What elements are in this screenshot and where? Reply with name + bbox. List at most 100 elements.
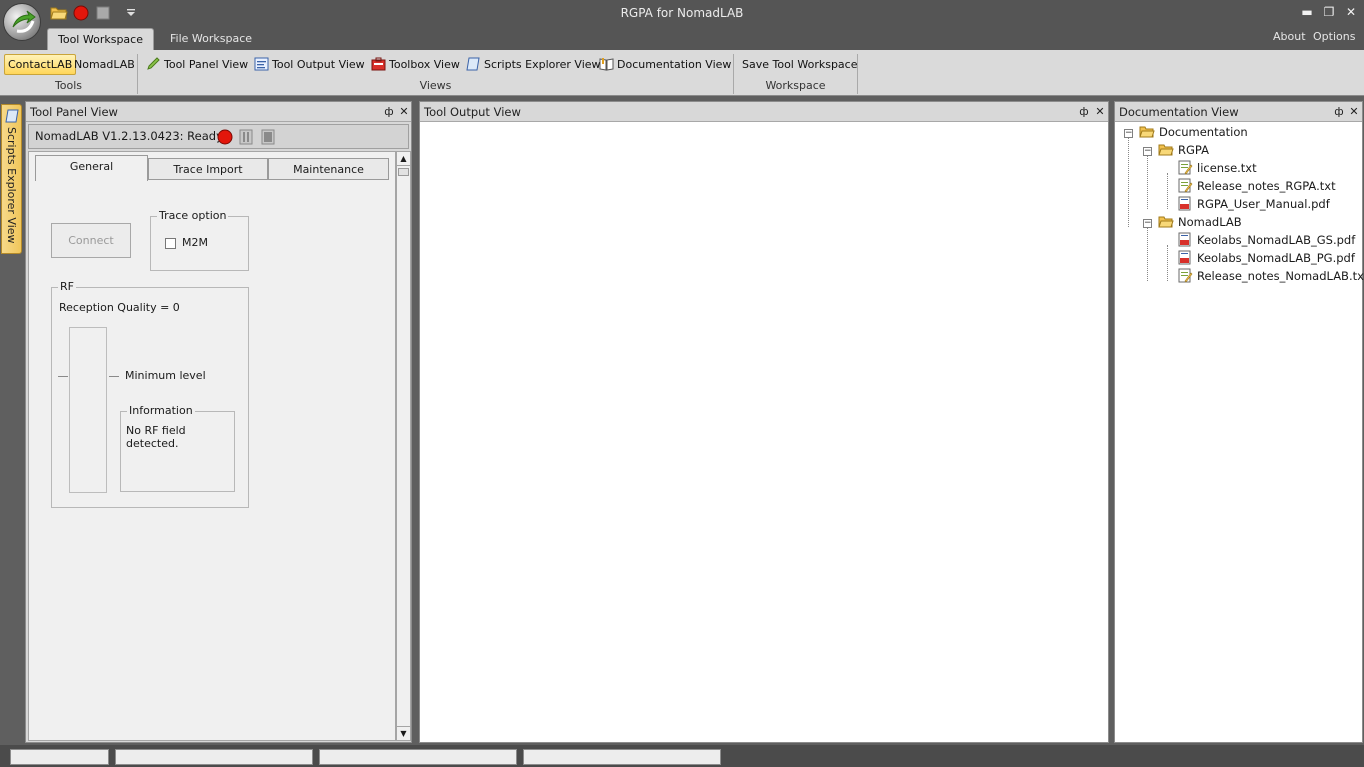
collapse-icon[interactable]: − (1143, 147, 1152, 156)
connect-button[interactable]: Connect (51, 223, 131, 258)
tool-output-view: Tool Output View ф ✕ (419, 101, 1109, 743)
text-file-icon (1177, 268, 1193, 283)
minimize-button[interactable]: ▬ (1297, 3, 1317, 21)
scripts-explorer-side-tab[interactable]: Scripts Explorer View (1, 104, 22, 254)
side-tab-label: Scripts Explorer View (5, 127, 18, 244)
device-status-bar: NomadLAB V1.2.13.0423: Ready (28, 124, 409, 149)
record-icon[interactable] (217, 129, 233, 153)
close-window-button[interactable]: ✕ (1341, 3, 1361, 21)
documentation-view: Documentation View ф ✕ − Documentation −… (1114, 101, 1364, 743)
maximize-button[interactable]: ❐ (1319, 3, 1339, 21)
tree-item-documentation[interactable]: Documentation (1139, 123, 1248, 141)
pin-icon[interactable]: ф (1077, 102, 1091, 122)
pin-icon[interactable]: ф (1332, 102, 1346, 122)
status-cell (10, 749, 109, 765)
m2m-label: M2M (182, 236, 208, 249)
m2m-checkbox[interactable] (165, 238, 176, 249)
tree-label: license.txt (1197, 161, 1257, 175)
group-label-workspace: Workspace (765, 79, 826, 92)
documentation-view-button[interactable]: Documentation View (596, 54, 734, 75)
about-link[interactable]: About (1273, 30, 1306, 43)
nomadlab-button[interactable]: NomadLAB (71, 54, 138, 75)
tree-label: Keolabs_NomadLAB_GS.pdf (1197, 233, 1356, 247)
stop-icon[interactable] (261, 129, 275, 153)
tool-panel-view-button[interactable]: Tool Panel View (143, 54, 251, 75)
tab-tool-workspace[interactable]: Tool Workspace (47, 28, 154, 50)
level-tick-right (109, 376, 119, 377)
information-title: Information (127, 404, 195, 417)
status-cell (115, 749, 313, 765)
scroll-down-icon[interactable]: ▼ (397, 726, 410, 740)
tree-label: RGPA_User_Manual.pdf (1197, 197, 1330, 211)
trace-option-title: Trace option (157, 209, 229, 222)
tree-item-file[interactable]: Release_notes_NomadLAB.txt (1177, 267, 1364, 285)
tree-item-rgpa[interactable]: RGPA (1158, 141, 1209, 159)
group-label-tools: Tools (54, 79, 83, 92)
toolbox-icon (371, 57, 386, 71)
tab-general[interactable]: General (35, 155, 148, 181)
tool-panel-body: General Trace Import Maintenance Connect… (28, 151, 396, 741)
tree-item-file[interactable]: Keolabs_NomadLAB_GS.pdf (1177, 231, 1355, 249)
options-menu[interactable]: Options (1313, 30, 1355, 43)
contactlab-button[interactable]: ContactLAB (4, 54, 77, 75)
tree-line (1147, 227, 1148, 281)
text-file-icon (1177, 178, 1193, 193)
output-window-icon (254, 57, 269, 71)
scripts-explorer-view-label: Scripts Explorer View (484, 58, 601, 71)
save-tool-workspace-button[interactable]: Save Tool Workspace (739, 54, 860, 75)
group-label-views: Views (419, 79, 452, 92)
tree-line (1167, 173, 1168, 209)
tool-output-view-button[interactable]: Tool Output View (251, 54, 368, 75)
pdf-file-icon (1177, 196, 1193, 211)
pdf-file-icon (1177, 250, 1193, 265)
tab-file-workspace[interactable]: File Workspace (160, 28, 262, 50)
book-icon (599, 57, 614, 71)
output-text-area[interactable] (420, 123, 1108, 742)
level-tick-left (58, 376, 68, 377)
tab-maintenance[interactable]: Maintenance (268, 158, 389, 180)
folder-open-icon (1158, 142, 1174, 157)
tree-line (1147, 155, 1148, 209)
panel-title: Tool Panel View (30, 105, 118, 119)
options-label: Options (1313, 30, 1356, 43)
close-panel-button[interactable]: ✕ (397, 102, 411, 122)
tool-panel-scrollbar[interactable]: ▲ ▼ (396, 151, 411, 741)
collapse-icon[interactable]: − (1124, 129, 1133, 138)
close-panel-button[interactable]: ✕ (1347, 102, 1361, 122)
tree-label: RGPA (1178, 143, 1209, 157)
pin-icon[interactable]: ф (382, 102, 396, 122)
tool-output-view-label: Tool Output View (272, 58, 365, 71)
tree-item-nomadlab[interactable]: NomadLAB (1158, 213, 1242, 231)
tab-trace-import[interactable]: Trace Import (148, 158, 268, 180)
status-cell (523, 749, 721, 765)
tree-item-file[interactable]: license.txt (1177, 159, 1257, 177)
panel-title: Tool Output View (424, 105, 521, 119)
signal-level-gauge (69, 327, 107, 493)
tree-label: Release_notes_RGPA.txt (1197, 179, 1336, 193)
script-scroll-icon (5, 109, 19, 126)
status-cell (319, 749, 517, 765)
close-panel-button[interactable]: ✕ (1093, 102, 1107, 122)
folder-open-icon (1139, 124, 1155, 139)
pause-icon[interactable] (239, 129, 253, 153)
scroll-up-icon[interactable]: ▲ (397, 152, 410, 166)
tree-label: Documentation (1159, 125, 1248, 139)
scripts-explorer-view-button[interactable]: Scripts Explorer View (463, 54, 604, 75)
tree-item-file[interactable]: RGPA_User_Manual.pdf (1177, 195, 1330, 213)
scroll-thumb[interactable] (398, 168, 409, 176)
collapse-icon[interactable]: − (1143, 219, 1152, 228)
rf-group: RF Reception Quality = 0 Minimum level I… (51, 280, 249, 508)
tool-panel-view: Tool Panel View ф ✕ NomadLAB V1.2.13.042… (25, 101, 412, 743)
device-status-text: NomadLAB V1.2.13.0423: Ready (35, 129, 223, 143)
folder-open-icon (1158, 214, 1174, 229)
tree-item-file[interactable]: Release_notes_RGPA.txt (1177, 177, 1336, 195)
panel-title: Documentation View (1119, 105, 1239, 119)
toolbox-view-button[interactable]: Toolbox View (368, 54, 463, 75)
tree-item-file[interactable]: Keolabs_NomadLAB_PG.pdf (1177, 249, 1355, 267)
rf-title: RF (58, 280, 76, 293)
window-title: RGPA for NomadLAB (620, 6, 744, 20)
trace-option-group: Trace option M2M (150, 209, 249, 271)
tool-panel-view-label: Tool Panel View (164, 58, 249, 71)
script-scroll-icon (466, 57, 481, 71)
pencil-icon (146, 57, 161, 71)
